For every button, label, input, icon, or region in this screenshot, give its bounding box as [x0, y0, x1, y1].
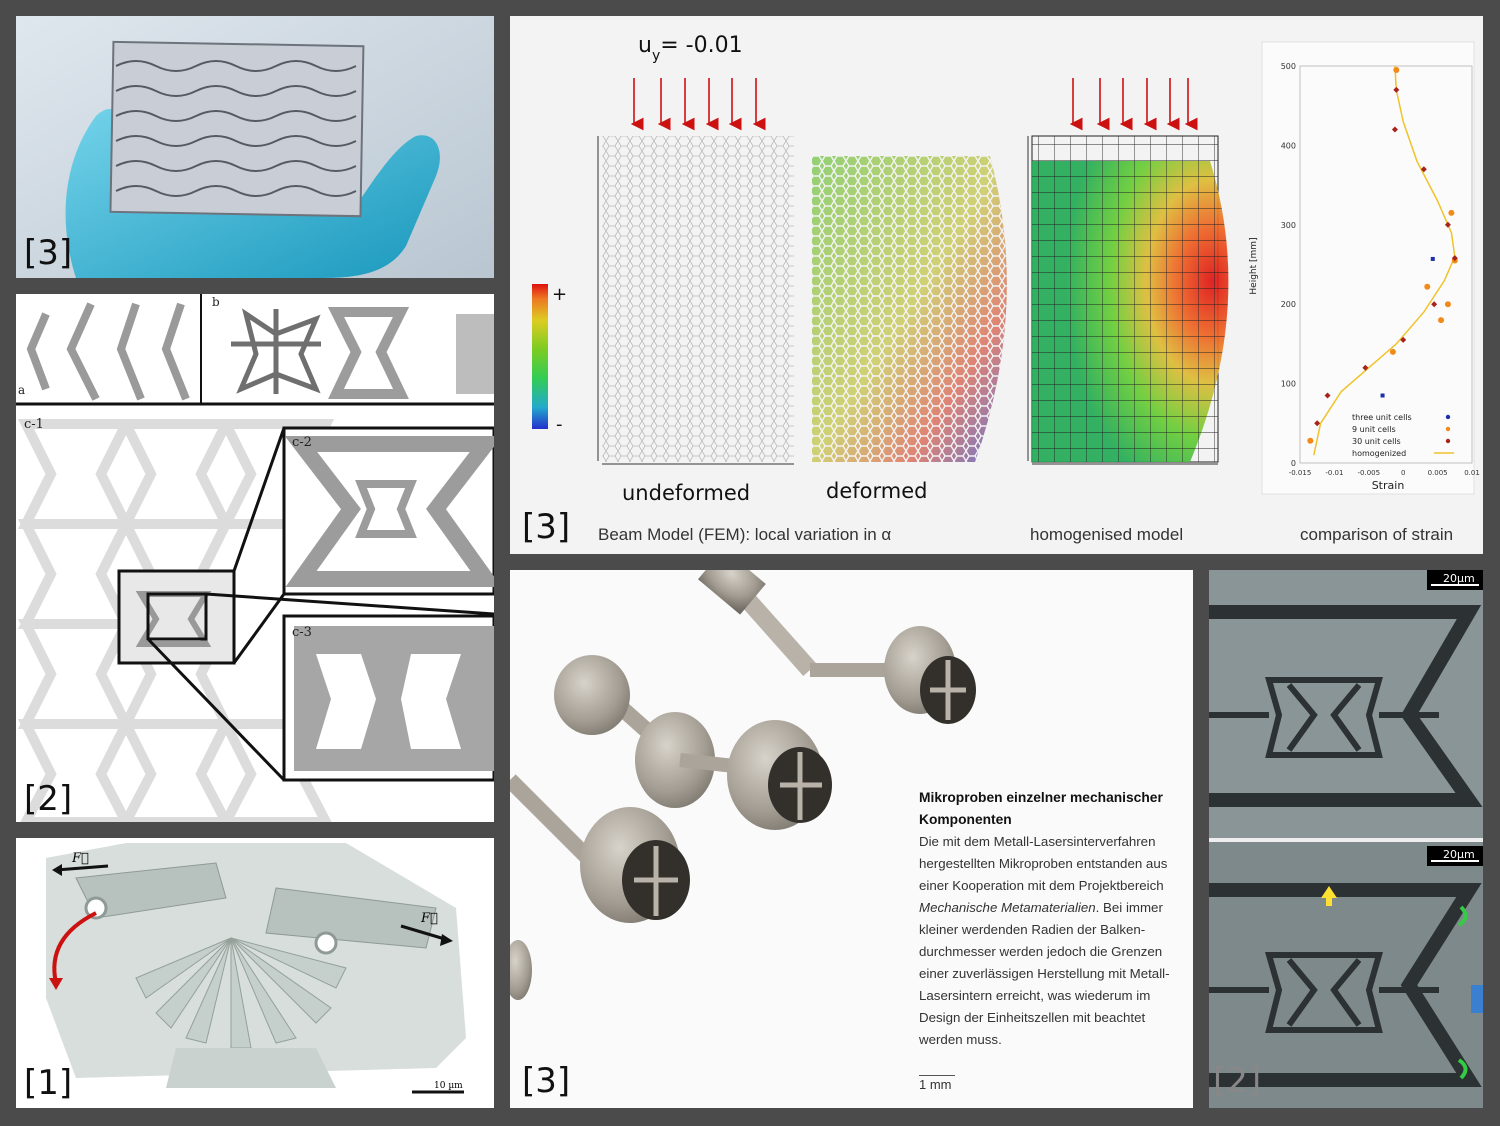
- point-9-unit-cells: [1424, 283, 1431, 290]
- point-9-unit-cells: [1444, 301, 1451, 308]
- point-9-unit-cells: [1448, 209, 1455, 216]
- plot-y-tick: 200: [1281, 300, 1296, 309]
- plot-x-tick: 0: [1401, 469, 1405, 477]
- sub-label-c1: c-1: [24, 417, 44, 432]
- micro-samples-panel: Mikroproben einzelner mechanischer Kompo…: [510, 570, 1193, 1108]
- samples-body: Die mit dem Metall-Lasersinterverfahren …: [919, 834, 1170, 1047]
- samples-scale-bar: [919, 1075, 955, 1076]
- reference-label: [3]: [522, 1061, 571, 1101]
- sub-label-b: b: [212, 295, 220, 309]
- plot-x-tick: -0.01: [1325, 469, 1343, 477]
- point-9-unit-cells: [1393, 66, 1400, 73]
- reference-label: [3]: [24, 233, 73, 273]
- legend-entry: 30 unit cells: [1352, 437, 1401, 446]
- scale-bar-label: 10 µm: [434, 1081, 463, 1091]
- point-three-unit-cells: [1430, 256, 1435, 261]
- fem-comparison-panel: uy= -0.01 + - undeformed deformed Beam M…: [510, 16, 1483, 554]
- plot-x-tick: -0.005: [1358, 469, 1381, 477]
- scale-minus: -: [556, 414, 563, 435]
- strain-comparison-plot: Height [mm] Strain 0 100 200 300 400 500 -0.01…: [1249, 41, 1480, 495]
- scale-plus: +: [552, 284, 567, 305]
- legend-swatch: [1445, 414, 1451, 420]
- unit-cell-figure-panel: a b c-1 c-2 c-3 [2]: [16, 294, 494, 822]
- undeformed-mesh: [602, 136, 794, 462]
- color-scale-bar: [532, 284, 548, 429]
- gloved-hand-sample-photo: [16, 16, 494, 278]
- samples-title: Mikroproben einzelner mechanischer Kompo…: [919, 790, 1163, 827]
- legend-entry: 9 unit cells: [1352, 425, 1396, 434]
- point-9-unit-cells: [1438, 317, 1445, 324]
- legend-entry: homogenized: [1352, 449, 1406, 458]
- scale-label-bottom: 20µm: [1443, 848, 1475, 861]
- force-label-right: F⃗: [420, 911, 438, 926]
- plot-y-tick: 500: [1281, 62, 1296, 71]
- plot-x-tick: 0.01: [1464, 469, 1480, 477]
- sem-micrographs: 20µm 20µm: [1209, 570, 1483, 1108]
- photo-panel-top-left: [3]: [16, 16, 494, 278]
- point-9-unit-cells: [1307, 437, 1314, 444]
- point-three-unit-cells: [1380, 393, 1385, 398]
- load-label: uy= -0.01: [638, 33, 743, 64]
- plot-x-tick: 0.005: [1428, 469, 1448, 477]
- caption-homogenised: homogenised model: [1030, 525, 1183, 544]
- samples-text-block: Mikroproben einzelner mechanischer Kompo…: [919, 787, 1185, 1051]
- hinge-render: F⃗ F⃗ 10 µm: [46, 843, 466, 1094]
- plot-x-tick: -0.015: [1289, 469, 1312, 477]
- label-deformed: deformed: [826, 479, 927, 503]
- samples-scale-label: 1 mm: [919, 1077, 952, 1092]
- sub-label-a: a: [18, 383, 25, 397]
- unit-cell-figure: a b c-1 c-2 c-3: [16, 294, 494, 822]
- plot-y-tick: 400: [1281, 141, 1296, 150]
- sub-label-c2: c-2: [292, 435, 312, 450]
- plot-y-label: Height [mm]: [1249, 237, 1259, 294]
- plot-x-label: Strain: [1372, 479, 1405, 492]
- plot-y-tick: 300: [1281, 221, 1296, 230]
- force-label-left: F⃗: [71, 851, 89, 866]
- label-undeformed: undeformed: [622, 481, 750, 505]
- fem-figure: uy= -0.01 + - undeformed deformed Beam M…: [532, 33, 1480, 544]
- plot-y-tick: 100: [1281, 380, 1296, 389]
- reference-label: [2]: [1213, 1061, 1262, 1101]
- scale-label-top: 20µm: [1443, 572, 1475, 585]
- legend-swatch: [1445, 438, 1451, 444]
- reference-label: [2]: [24, 779, 73, 819]
- reference-label: [1]: [24, 1063, 73, 1103]
- micrographs-panel: 20µm 20µm [2]: [1209, 570, 1483, 1108]
- legend-swatch: [1445, 426, 1451, 432]
- plot-y-tick: 0: [1291, 459, 1296, 468]
- legend-entry: three unit cells: [1352, 413, 1412, 422]
- caption-strain: comparison of strain: [1300, 525, 1453, 544]
- caption-beam-model: Beam Model (FEM): local variation in α: [598, 525, 891, 544]
- hinge-render-panel: F⃗ F⃗ 10 µm [1]: [16, 838, 494, 1108]
- reference-label: [3]: [522, 507, 571, 547]
- sub-label-c3: c-3: [292, 625, 312, 640]
- point-9-unit-cells: [1389, 348, 1396, 355]
